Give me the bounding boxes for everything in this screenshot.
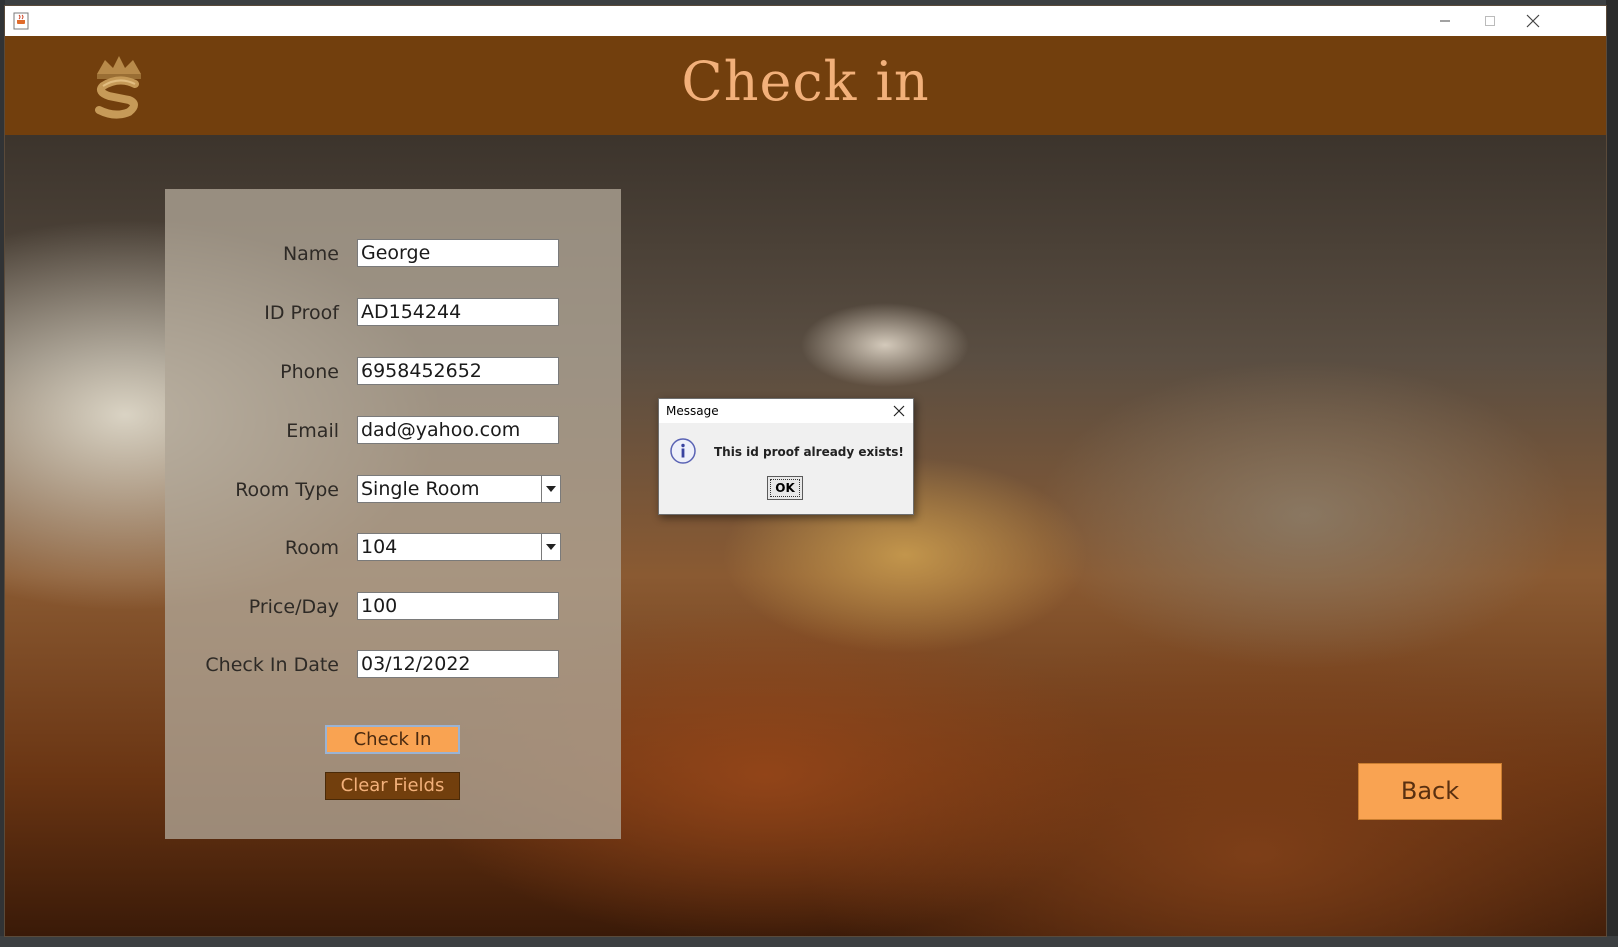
ok-button[interactable]: OK — [767, 476, 803, 500]
phone-field[interactable]: 6958452652 — [357, 357, 559, 385]
chevron-down-icon[interactable] — [541, 476, 560, 502]
close-button[interactable] — [1510, 6, 1556, 36]
room-value: 104 — [361, 536, 398, 558]
clear-fields-button[interactable]: Clear Fields — [325, 772, 460, 800]
price-per-day-label: Price/Day — [248, 596, 339, 618]
info-icon — [670, 438, 696, 464]
ide-background-bottom — [0, 936, 1618, 947]
checkin-form-panel: Name George ID Proof AD154244 Phone 6958… — [165, 189, 621, 839]
page-title: Check in — [681, 50, 930, 113]
close-icon — [893, 405, 905, 417]
room-select[interactable]: 104 — [357, 533, 561, 561]
close-icon — [1526, 14, 1540, 28]
window-titlebar[interactable] — [5, 6, 1606, 36]
name-field[interactable]: George — [357, 239, 559, 267]
room-type-label: Room Type — [235, 479, 339, 501]
name-label: Name — [282, 243, 339, 265]
id-proof-label: ID Proof — [264, 302, 339, 324]
email-label: Email — [286, 420, 339, 442]
message-dialog: Message This id proof already exists! OK — [658, 398, 914, 515]
dialog-message: This id proof already exists! — [714, 445, 904, 459]
price-per-day-field[interactable]: 100 — [357, 592, 559, 620]
minimize-icon — [1440, 20, 1450, 22]
room-type-select[interactable]: Single Room — [357, 475, 561, 503]
email-field[interactable]: dad@yahoo.com — [357, 416, 559, 444]
maximize-icon — [1485, 16, 1495, 26]
page-header: Check in — [5, 36, 1606, 135]
back-button[interactable]: Back — [1358, 763, 1502, 820]
java-cup-icon — [13, 12, 29, 30]
app-window: Check in Name George ID Proof AD154244 P… — [5, 6, 1606, 936]
dialog-title: Message — [666, 404, 719, 418]
room-type-value: Single Room — [361, 478, 480, 500]
check-in-date-field[interactable]: 03/12/2022 — [357, 650, 559, 678]
phone-label: Phone — [280, 361, 339, 383]
maximize-button[interactable] — [1467, 6, 1513, 36]
dialog-close-button[interactable] — [891, 403, 907, 419]
check-in-date-label: Check In Date — [205, 654, 339, 676]
ide-background-right — [1606, 0, 1618, 947]
check-in-button[interactable]: Check In — [325, 725, 460, 754]
room-label: Room — [284, 537, 339, 559]
dialog-titlebar[interactable]: Message — [659, 399, 913, 423]
chevron-down-icon[interactable] — [541, 534, 560, 560]
id-proof-field[interactable]: AD154244 — [357, 298, 559, 326]
minimize-button[interactable] — [1422, 6, 1468, 36]
